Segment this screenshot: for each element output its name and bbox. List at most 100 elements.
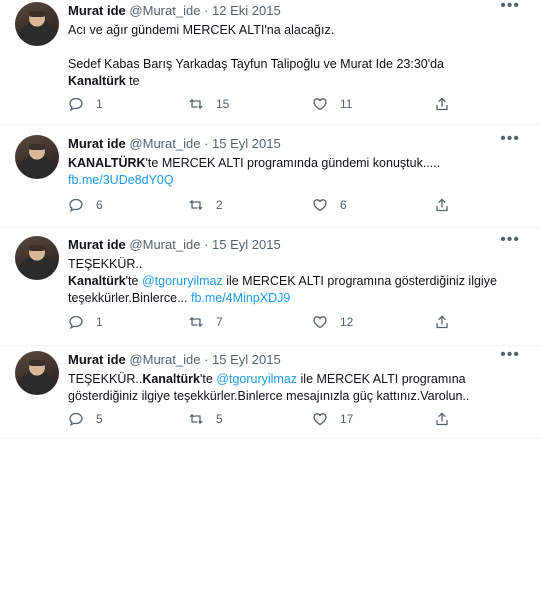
share-button[interactable] xyxy=(434,96,450,112)
more-icon[interactable]: ••• xyxy=(500,0,520,14)
share-button[interactable] xyxy=(434,411,450,427)
avatar[interactable] xyxy=(15,135,59,179)
more-icon[interactable]: ••• xyxy=(500,131,520,147)
tweet-text: TEŞEKKÜR.. Kanaltürk'te @tgoruryilmaz ile… xyxy=(68,256,520,307)
separator-dot: · xyxy=(204,352,209,367)
replies-count: 5 xyxy=(96,412,103,426)
tweet-date[interactable]: 15 Eyl 2015 xyxy=(212,352,281,367)
retweet-icon xyxy=(188,314,204,330)
like-button[interactable]: 11 xyxy=(312,96,352,112)
author-name[interactable]: Murat ide xyxy=(68,237,126,252)
tweet-text-line: TEŞEKKÜR..Kanaltürk'te @tgoruryilmaz ile… xyxy=(68,371,520,388)
tweet-text: Acı ve ağır gündemi MERCEK ALTI'na alaca… xyxy=(68,22,520,90)
like-button[interactable]: 17 xyxy=(312,411,353,427)
tweet-actions: 1 7 12 xyxy=(68,314,468,334)
reply-button[interactable]: 6 xyxy=(68,197,103,213)
tweet-link[interactable]: fb.me/4MinpXDJ9 xyxy=(191,291,290,305)
avatar[interactable] xyxy=(15,351,59,395)
mention-bold: Kanaltürk xyxy=(68,74,126,88)
likes-count: 6 xyxy=(340,198,347,212)
tweet-text: TEŞEKKÜR..Kanaltürk'te @tgoruryilmaz ile… xyxy=(68,371,520,405)
reply-button[interactable]: 1 xyxy=(68,314,103,330)
avatar[interactable] xyxy=(15,236,59,280)
retweet-button[interactable]: 5 xyxy=(188,411,223,427)
mention-bold: Kanaltürk xyxy=(68,274,126,288)
tweet-link[interactable]: fb.me/3UDe8dY0Q xyxy=(68,173,174,187)
author-handle[interactable]: @Murat_ide xyxy=(129,3,200,18)
retweet-button[interactable]: 2 xyxy=(188,197,223,213)
like-button[interactable]: 12 xyxy=(312,314,353,330)
separator-dot: · xyxy=(204,237,209,252)
avatar[interactable] xyxy=(15,2,59,46)
text-segment: ile MERCEK ALTI programına gösterdiğiniz… xyxy=(222,274,497,288)
likes-count: 17 xyxy=(340,412,354,426)
retweet-button[interactable]: 15 xyxy=(188,96,229,112)
text-segment: Acı ve ağır gündemi MERCEK ALTI'na alaca… xyxy=(68,23,335,37)
author-name[interactable]: Murat ide xyxy=(68,136,126,151)
tweet-text-line: Kanaltürk'te @tgoruryilmaz ile MERCEK AL… xyxy=(68,273,520,290)
share-icon xyxy=(434,96,450,112)
replies-count: 1 xyxy=(96,315,103,329)
tweet-text: KANALTÜRK'te MERCEK ALTI programında gün… xyxy=(68,155,520,189)
tweet-date[interactable]: 15 Eyl 2015 xyxy=(212,136,281,151)
tweet-date[interactable]: 12 Eki 2015 xyxy=(212,3,281,18)
tweet-link[interactable]: @tgoruryilmaz xyxy=(216,372,297,386)
tweet-date[interactable]: 15 Eyl 2015 xyxy=(212,237,281,252)
reply-icon xyxy=(68,314,84,330)
author-handle[interactable]: @Murat_ide xyxy=(129,237,200,252)
text-segment: TEŞEKKÜR.. xyxy=(68,257,143,271)
tweet-actions: 1 15 11 xyxy=(68,96,468,116)
heart-icon xyxy=(312,96,328,112)
tweet-feed: Murat ide @Murat_ide · 12 Eki 2015 ••• A… xyxy=(0,0,540,439)
share-icon xyxy=(434,314,450,330)
more-icon[interactable]: ••• xyxy=(500,347,520,363)
retweet-button[interactable]: 7 xyxy=(188,314,223,330)
reply-button[interactable]: 1 xyxy=(68,96,103,112)
tweet[interactable]: Murat ide @Murat_ide · 15 Eyl 2015 ••• T… xyxy=(0,346,540,439)
retweet-icon xyxy=(188,411,204,427)
heart-icon xyxy=(312,411,328,427)
retweets-count: 2 xyxy=(216,198,223,212)
tweet-text-line: teşekkürler.Binlerce... fb.me/4MinpXDJ9 xyxy=(68,290,520,307)
text-segment: gösterdiğiniz ilgiye teşekkürler.Binlerc… xyxy=(68,389,470,403)
text-segment: teşekkürler.Binlerce... xyxy=(68,291,191,305)
share-icon xyxy=(434,197,450,213)
author-name[interactable]: Murat ide xyxy=(68,352,126,367)
more-icon[interactable]: ••• xyxy=(500,232,520,248)
tweet-text-line: KANALTÜRK'te MERCEK ALTI programında gün… xyxy=(68,155,520,172)
text-segment: 'te xyxy=(125,274,142,288)
share-button[interactable] xyxy=(434,197,450,213)
text-segment: ile MERCEK ALTI programına xyxy=(297,372,466,386)
like-button[interactable]: 6 xyxy=(312,197,347,213)
likes-count: 12 xyxy=(340,315,354,329)
share-icon xyxy=(434,411,450,427)
tweet-text-line: Sedef Kabas Barış Yarkadaş Tayfun Talipo… xyxy=(68,56,520,73)
replies-count: 1 xyxy=(96,97,103,111)
reply-icon xyxy=(68,197,84,213)
tweet-link[interactable]: @tgoruryilmaz xyxy=(142,274,223,288)
text-segment: Sedef Kabas Barış Yarkadaş Tayfun Talipo… xyxy=(68,57,445,71)
retweet-icon xyxy=(188,197,204,213)
tweet-text-line: Kanaltürk te xyxy=(68,73,520,90)
share-button[interactable] xyxy=(434,314,450,330)
retweets-count: 5 xyxy=(216,412,223,426)
tweet-text-line: gösterdiğiniz ilgiye teşekkürler.Binlerc… xyxy=(68,388,520,405)
tweet-text-line: Acı ve ağır gündemi MERCEK ALTI'na alaca… xyxy=(68,22,520,39)
author-handle[interactable]: @Murat_ide xyxy=(129,352,200,367)
reply-button[interactable]: 5 xyxy=(68,411,103,427)
author-name[interactable]: Murat ide xyxy=(68,3,126,18)
reply-icon xyxy=(68,96,84,112)
text-segment: 'te MERCEK ALTI programında gündemi konu… xyxy=(145,156,441,170)
tweet-text-line: fb.me/3UDe8dY0Q xyxy=(68,172,520,189)
tweet-header: Murat ide @Murat_ide · 15 Eyl 2015 ••• xyxy=(68,131,520,152)
author-handle[interactable]: @Murat_ide xyxy=(129,136,200,151)
tweet[interactable]: Murat ide @Murat_ide · 15 Eyl 2015 ••• K… xyxy=(0,125,540,228)
retweets-count: 7 xyxy=(216,315,223,329)
tweet[interactable]: Murat ide @Murat_ide · 15 Eyl 2015 ••• T… xyxy=(0,228,540,346)
tweet[interactable]: Murat ide @Murat_ide · 12 Eki 2015 ••• A… xyxy=(0,0,540,125)
text-segment: te xyxy=(125,74,140,88)
tweet-actions: 5 5 17 xyxy=(68,411,468,431)
separator-dot: · xyxy=(204,3,209,18)
heart-icon xyxy=(312,197,328,213)
mention-bold: KANALTÜRK xyxy=(68,156,146,170)
